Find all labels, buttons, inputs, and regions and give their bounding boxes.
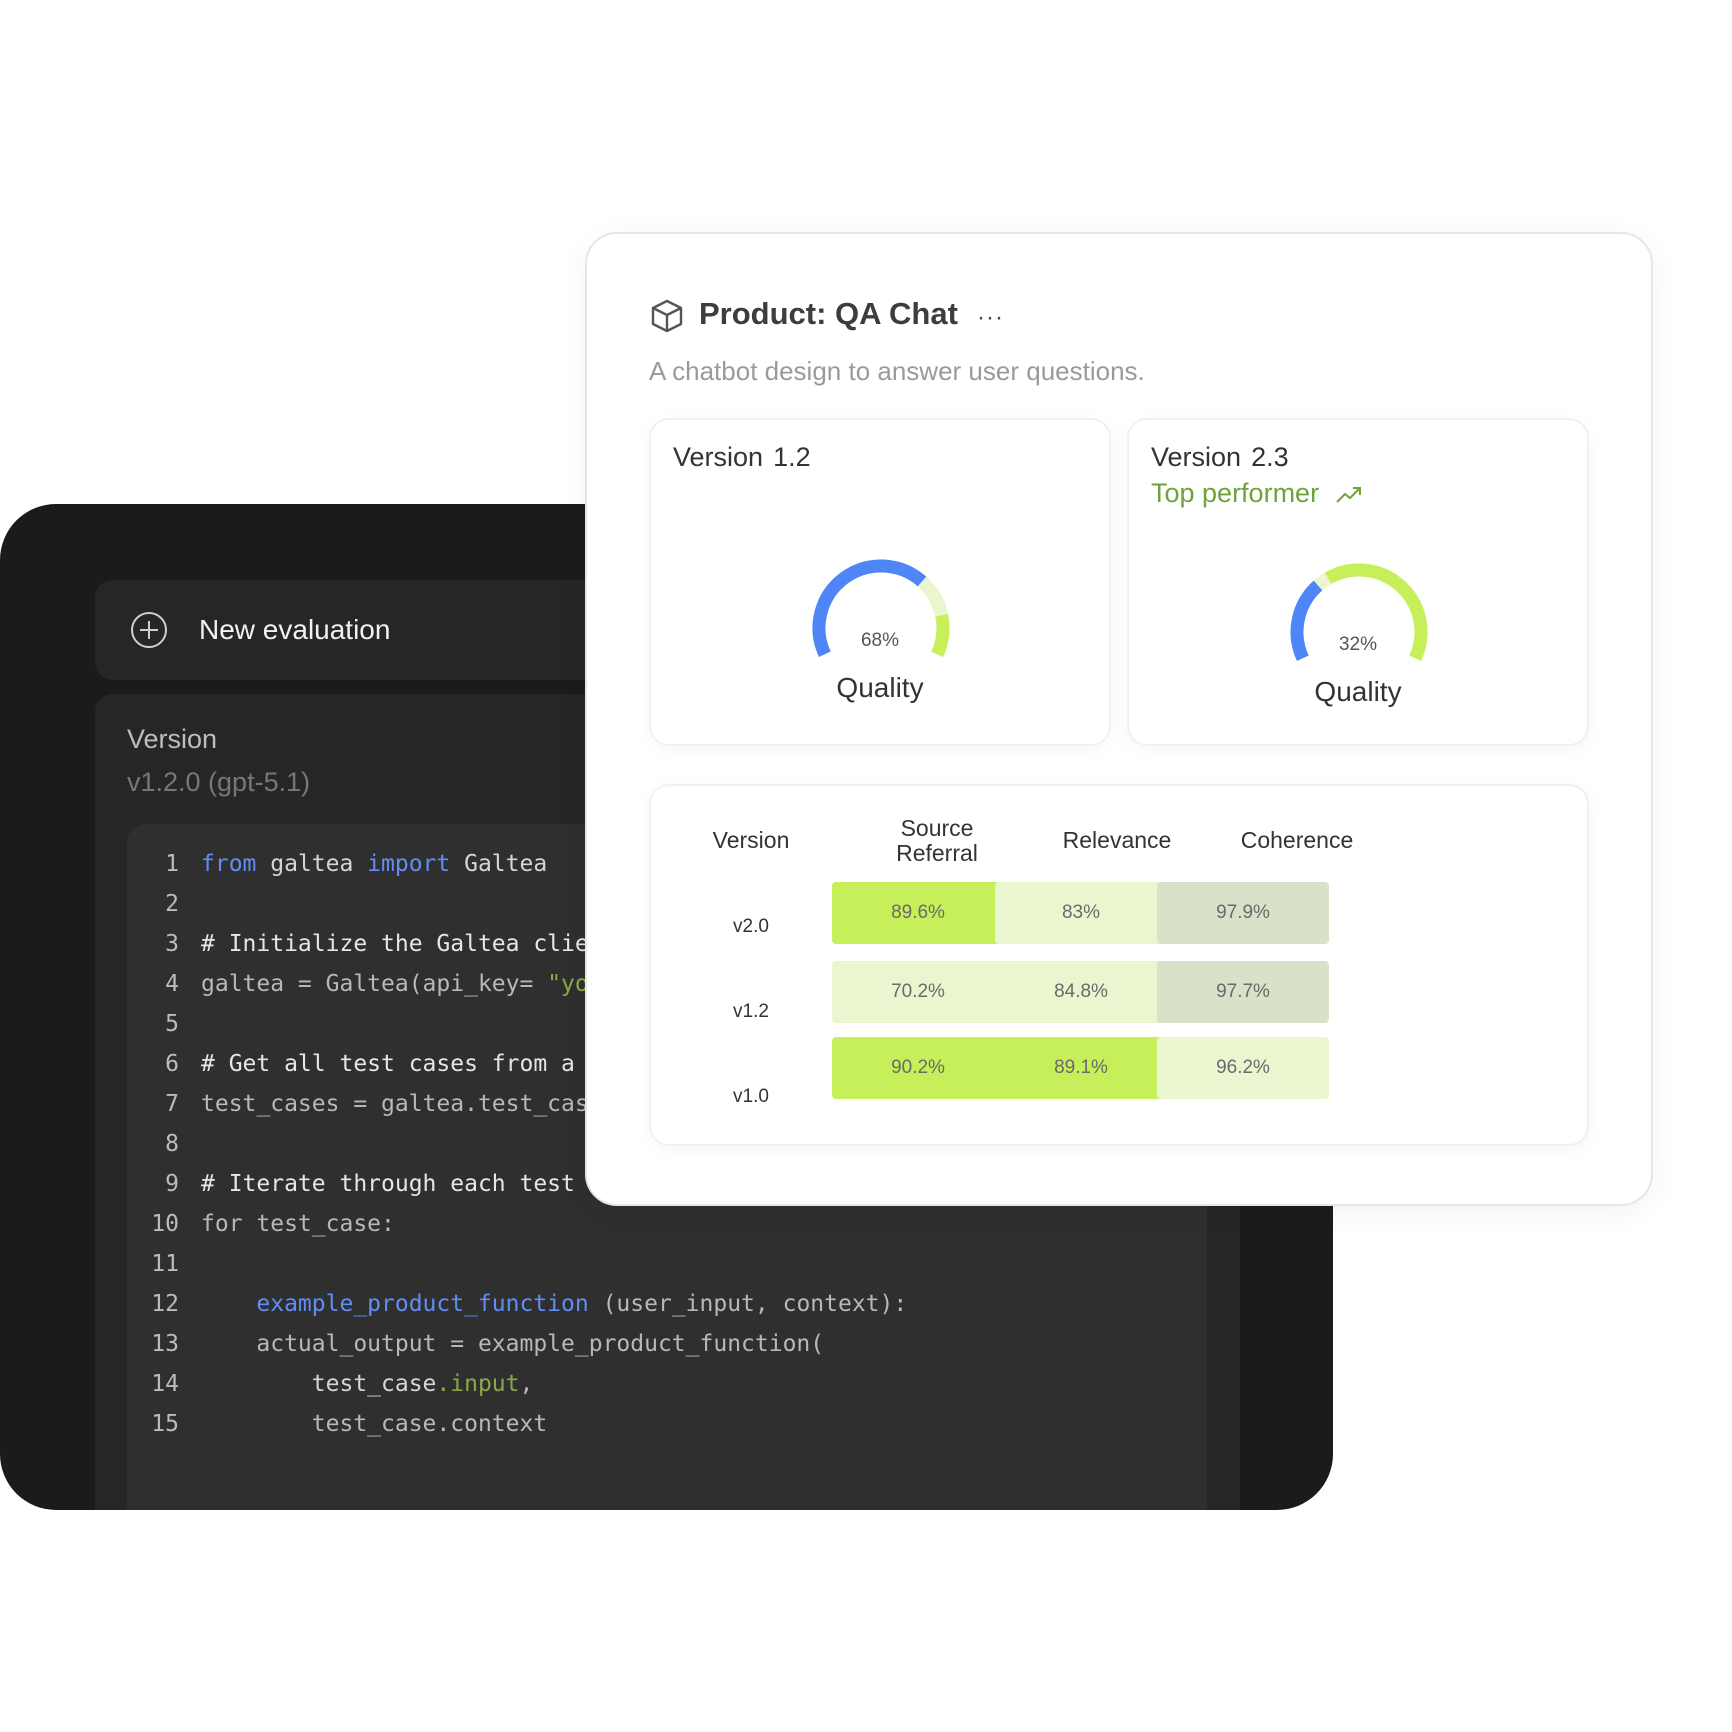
code-line: 2 — [127, 882, 201, 926]
line-number: 2 — [165, 891, 179, 917]
metric-cell: 83% — [995, 882, 1167, 944]
version-card-1-2[interactable]: Version 1.2 68% Quality — [649, 418, 1111, 746]
version-card-2-3[interactable]: Version 2.3 Top performer 32% Quality — [1127, 418, 1589, 746]
code-token: # Iterate through each test case — [201, 1171, 645, 1197]
line-number: 9 — [165, 1171, 179, 1197]
line-number: 5 — [165, 1011, 179, 1037]
version-label-text: Version — [1151, 442, 1242, 472]
metric-cell: 97.9% — [1157, 882, 1329, 944]
code-token: import — [367, 851, 451, 877]
line-number: 13 — [151, 1331, 179, 1357]
code-line: 4 galtea = Galtea(api_key= "yo — [127, 962, 589, 1006]
product-title: Product: QA Chat — [699, 296, 958, 331]
code-line: 10 for test_case: — [127, 1202, 395, 1246]
code-token: .input — [436, 1371, 520, 1397]
code-token: test_case.context — [201, 1411, 548, 1437]
header-coherence: Coherence — [1240, 827, 1354, 853]
quality-label: Quality — [836, 672, 924, 703]
code-token: # Initialize the Galtea clie — [201, 931, 589, 957]
header-relevance: Relevance — [1062, 827, 1172, 853]
code-token: galtea = Galtea(api_key= — [201, 971, 548, 997]
code-token: example_product_function — [256, 1291, 589, 1317]
line-number: 6 — [165, 1051, 179, 1077]
product-description: A chatbot design to answer user question… — [649, 356, 1145, 386]
quality-value: 32% — [1338, 634, 1378, 655]
new-evaluation-label: New evaluation — [199, 614, 391, 645]
cube-icon — [651, 299, 683, 333]
code-line: 7 test_cases = galtea.test_cas — [127, 1082, 589, 1126]
metric-cell: 84.8% — [995, 961, 1167, 1023]
row-label-v1-2: v1.2 — [733, 1001, 769, 1022]
gauge-track-mid — [918, 578, 949, 617]
header-version: Version — [712, 827, 790, 853]
metric-cell: 89.6% — [832, 882, 1004, 944]
version-label: Version 2.3 — [1151, 442, 1289, 473]
version-number: 2.3 — [1251, 442, 1289, 472]
metric-cell: 96.2% — [1157, 1037, 1329, 1099]
code-token: (user_input, context): — [588, 1291, 908, 1317]
line-number: 8 — [165, 1131, 179, 1157]
quality-label: Quality — [1314, 676, 1402, 707]
top-performer-text: Top performer — [1151, 478, 1320, 508]
code-token: # Get all test cases from a — [201, 1051, 575, 1077]
header-source-referral: Source Referral — [896, 815, 978, 866]
code-line: 13 actual_output = example_product_funct… — [127, 1322, 824, 1366]
line-number: 15 — [151, 1411, 179, 1437]
code-token: test_case — [201, 1371, 437, 1397]
more-options-icon[interactable]: ··· — [977, 304, 1004, 332]
version-label-text: Version — [673, 442, 764, 472]
metrics-table: Version Source Referral Relevance Cohere… — [649, 784, 1589, 1146]
code-line: 6 # Get all test cases from a — [127, 1042, 575, 1086]
metric-cell: 97.7% — [1157, 961, 1329, 1023]
code-token: from — [201, 851, 257, 877]
code-token: test_cases = galtea.test_cas — [201, 1091, 589, 1117]
code-token: , — [519, 1371, 534, 1397]
line-number: 3 — [165, 931, 179, 957]
metric-cell: 90.2% — [832, 1037, 1004, 1099]
code-line: 5 — [127, 1002, 201, 1046]
plus-circle-icon — [131, 612, 167, 648]
quality-value: 68% — [860, 630, 900, 651]
code-line: 12 example_product_function (user_input,… — [127, 1282, 907, 1326]
line-number: 10 — [151, 1211, 179, 1237]
code-line: 14 test_case.input, — [127, 1362, 533, 1406]
code-line: 1 from galtea import Galtea — [127, 842, 547, 886]
code-line: 11 — [127, 1242, 201, 1286]
code-token: Galtea — [450, 851, 548, 877]
trending-up-icon — [1335, 486, 1361, 503]
row-label-v2-0: v2.0 — [733, 916, 769, 937]
version-label: Version 1.2 — [673, 442, 811, 473]
code-token: for test_case: — [201, 1211, 395, 1237]
metric-cell: 70.2% — [832, 961, 1004, 1023]
code-line: 8 — [127, 1122, 201, 1166]
version-title: Version — [127, 724, 218, 754]
line-number: 4 — [165, 971, 179, 997]
code-line: 15 test_case.context — [127, 1402, 547, 1446]
top-performer-badge: Top performer — [1151, 478, 1363, 509]
metric-cell: 89.1% — [995, 1037, 1167, 1099]
product-card: Product: QA Chat ··· A chatbot design to… — [585, 232, 1653, 1206]
version-value: v1.2.0 (gpt-5.1) — [127, 767, 311, 797]
line-number: 14 — [151, 1371, 179, 1397]
code-token: actual_output = example_product_function… — [201, 1331, 825, 1357]
line-number: 7 — [165, 1091, 179, 1117]
row-label-v1-0: v1.0 — [733, 1086, 769, 1107]
line-number: 12 — [151, 1291, 179, 1317]
line-number: 1 — [165, 851, 179, 877]
code-line: 3 # Initialize the Galtea clie — [127, 922, 589, 966]
code-token: "yo — [547, 971, 589, 997]
line-number: 11 — [151, 1251, 179, 1277]
code-token: galtea — [256, 851, 368, 877]
code-line: 9 # Iterate through each test case — [127, 1162, 644, 1206]
version-number: 1.2 — [773, 442, 811, 472]
